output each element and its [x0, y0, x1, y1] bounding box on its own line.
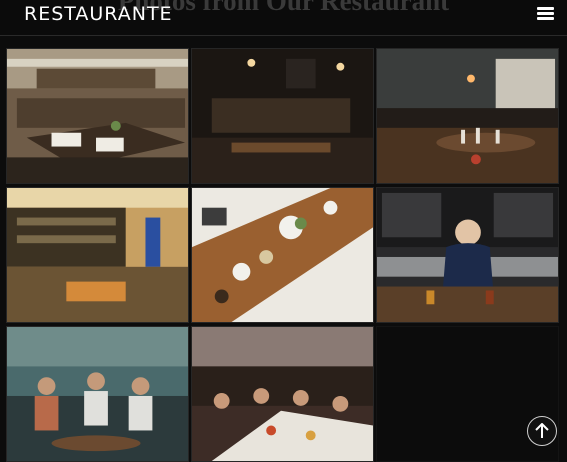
gallery-photo-group-dinner[interactable] — [191, 326, 374, 462]
gallery-photo-overhead-table[interactable] — [191, 187, 374, 323]
brand-logo-text[interactable]: RESTAURANTE — [24, 3, 173, 25]
gallery-photo-bartender[interactable] — [376, 187, 559, 323]
arrow-up-icon — [535, 423, 549, 438]
gallery-photo-dining-room[interactable] — [6, 48, 189, 184]
hamburger-menu-icon[interactable] — [537, 7, 554, 21]
gallery-photo-bar-interior[interactable] — [191, 48, 374, 184]
site-header: Photos from Our Restaurant RESTAURANTE — [0, 0, 567, 36]
scroll-to-top-button[interactable] — [527, 416, 557, 446]
gallery-photo-friends-sofa[interactable] — [6, 326, 189, 462]
gallery-photo-cafe-counter[interactable] — [6, 187, 189, 323]
gallery-photo-set-table[interactable] — [376, 48, 559, 184]
